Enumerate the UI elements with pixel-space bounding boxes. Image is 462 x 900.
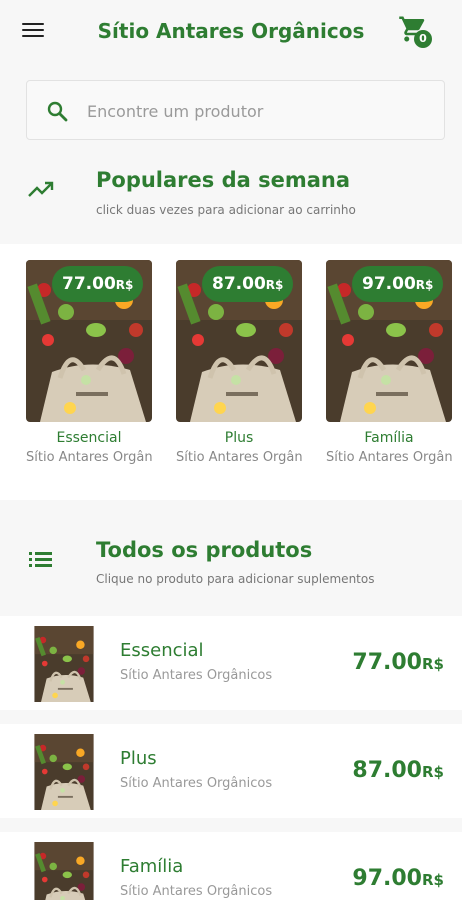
card-product-name: Plus: [224, 430, 254, 446]
popular-card[interactable]: 97.00R$ Família Sítio Antares Orgânicos: [326, 260, 452, 465]
produce-bag-image: [26, 734, 102, 810]
product-row[interactable]: Plus Sítio Antares Orgânicos 87.00R$: [0, 724, 462, 818]
popular-section-header: Populares da semana click duas vezes par…: [0, 160, 462, 244]
all-products-section-subtitle: Clique no produto para adicionar supleme…: [96, 572, 375, 586]
cart-count-badge: 0: [414, 30, 432, 48]
price-badge: 97.00R$: [352, 266, 444, 302]
product-name: Essencial: [120, 640, 204, 661]
popular-section-subtitle: click duas vezes para adicionar ao carri…: [96, 203, 356, 217]
product-row[interactable]: Essencial Sítio Antares Orgânicos 77.00R…: [0, 616, 462, 710]
all-products-section-header: Todos os produtos Clique no produto para…: [0, 528, 462, 612]
product-row[interactable]: Família Sítio Antares Orgânicos 97.00R$: [0, 832, 462, 900]
product-image: 97.00R$: [326, 260, 452, 422]
card-product-name: Família: [364, 430, 414, 446]
search-bar: [26, 80, 445, 140]
popular-card[interactable]: 87.00R$ Plus Sítio Antares Orgânicos: [176, 260, 302, 465]
product-name: Plus: [120, 748, 157, 769]
product-image: 87.00R$: [176, 260, 302, 422]
produce-bag-image: [26, 626, 102, 702]
product-thumbnail: [26, 734, 102, 810]
product-price: 97.00R$: [352, 866, 444, 891]
product-thumbnail: [26, 626, 102, 702]
cart-button[interactable]: 0: [398, 14, 438, 50]
product-name: Família: [120, 856, 184, 877]
search-icon: [47, 101, 68, 122]
price-badge: 87.00R$: [202, 266, 294, 302]
all-products-section-title: Todos os produtos: [96, 538, 313, 562]
app-bar: Sítio Antares Orgânicos 0: [0, 0, 462, 64]
product-store: Sítio Antares Orgânicos: [120, 884, 273, 899]
card-product-name: Essencial: [56, 430, 122, 446]
card-store-name: Sítio Antares Orgânicos: [26, 450, 152, 465]
card-store-name: Sítio Antares Orgânicos: [176, 450, 302, 465]
popular-section-title: Populares da semana: [96, 168, 351, 192]
search-input[interactable]: [87, 95, 427, 127]
popular-card[interactable]: 77.00R$ Essencial Sítio Antares Orgânico…: [26, 260, 152, 465]
trending-up-icon: [28, 181, 54, 197]
product-store: Sítio Antares Orgânicos: [120, 776, 273, 791]
product-price: 87.00R$: [352, 758, 444, 783]
popular-carousel[interactable]: 77.00R$ Essencial Sítio Antares Orgânico…: [0, 244, 462, 500]
app-title: Sítio Antares Orgânicos: [97, 19, 365, 43]
card-store-name: Sítio Antares Orgânicos: [326, 450, 452, 465]
produce-bag-image: [26, 842, 102, 900]
product-store: Sítio Antares Orgânicos: [120, 668, 273, 683]
product-price: 77.00R$: [352, 650, 444, 675]
price-badge: 77.00R$: [52, 266, 144, 302]
product-thumbnail: [26, 842, 102, 900]
product-image: 77.00R$: [26, 260, 152, 422]
list-icon: [29, 552, 52, 567]
